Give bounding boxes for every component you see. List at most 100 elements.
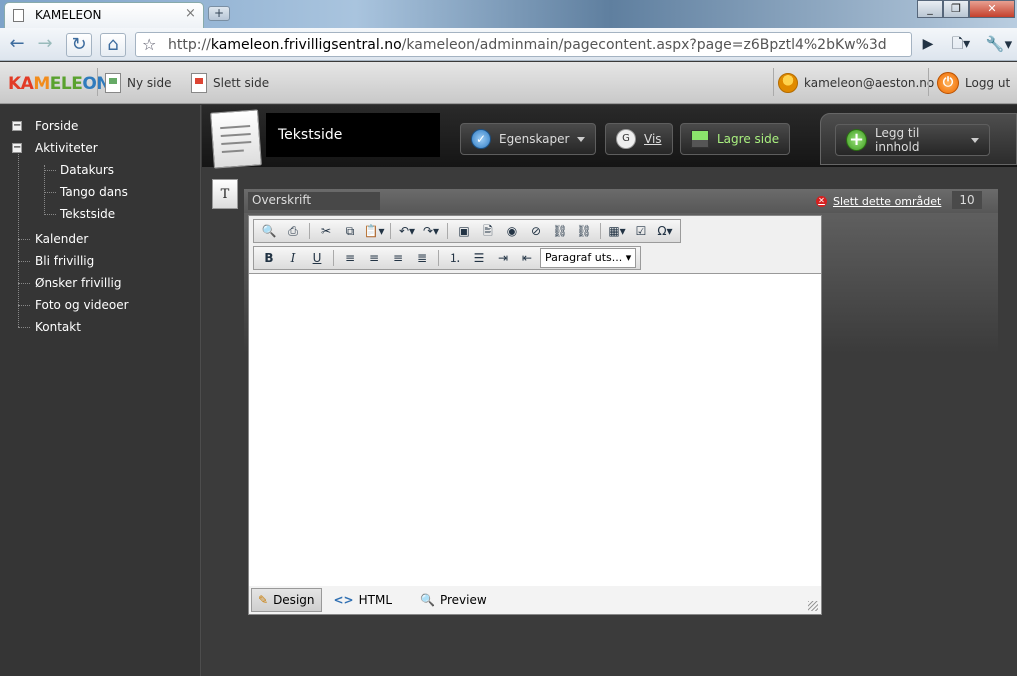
properties-label: Egenskaper bbox=[499, 132, 570, 146]
html-mode-tab[interactable]: <> HTML bbox=[328, 588, 399, 612]
table-icon[interactable]: ▦▾ bbox=[606, 222, 628, 240]
browser-titlebar: KAMELEON × + _ ❐ ✕ bbox=[0, 0, 1017, 28]
indent-icon[interactable]: ⇥ bbox=[492, 249, 514, 267]
toolbar-separator bbox=[438, 250, 439, 266]
align-center-icon[interactable]: ≡ bbox=[363, 249, 385, 267]
resize-grip-icon[interactable] bbox=[808, 601, 818, 611]
divider bbox=[928, 68, 929, 96]
editor-mode-bar: ✎ Design <> HTML 🔍 Preview bbox=[249, 586, 821, 614]
justify-icon[interactable]: ≣ bbox=[411, 249, 433, 267]
page-toolbar: Tekstside ✓ Egenskaper G Vis Lagre side … bbox=[202, 105, 1017, 169]
tree-item-label[interactable]: Foto og videoer bbox=[35, 294, 129, 316]
cut-icon[interactable]: ✂ bbox=[315, 222, 337, 240]
outdent-icon[interactable]: ⇤ bbox=[516, 249, 538, 267]
new-page-label: Ny side bbox=[127, 76, 172, 90]
italic-icon[interactable]: I bbox=[282, 249, 304, 267]
new-page-icon bbox=[105, 73, 121, 93]
tree-connector bbox=[18, 327, 30, 328]
new-page-button[interactable]: Ny side bbox=[105, 71, 171, 95]
browser-tab[interactable]: KAMELEON × bbox=[4, 2, 204, 28]
kameleon-logo[interactable]: KAMELEON bbox=[8, 74, 111, 94]
forward-icon[interactable]: → bbox=[32, 33, 58, 57]
tree-item-label[interactable]: Kalender bbox=[35, 228, 88, 250]
app-header: KAMELEON Ny side Slett side kameleon@aes… bbox=[0, 62, 1017, 104]
plus-icon: + bbox=[846, 129, 868, 151]
tree-item-label[interactable]: Ønsker frivillig bbox=[35, 272, 122, 294]
close-tab-icon[interactable]: × bbox=[185, 6, 196, 21]
order-number-field[interactable]: 10 bbox=[952, 191, 982, 209]
maximize-icon[interactable]: ❐ bbox=[943, 0, 969, 18]
tree-item-label[interactable]: Tango dans bbox=[60, 181, 128, 203]
flash-icon[interactable]: ⊘ bbox=[525, 222, 547, 240]
address-bar[interactable]: ☆ http://kameleon.frivilligsentral.no/ka… bbox=[135, 32, 912, 57]
tree-connector bbox=[18, 261, 30, 262]
paragraph-style-select[interactable]: Paragraf uts... ▾ bbox=[540, 248, 637, 268]
find-icon[interactable]: 🔍 bbox=[258, 222, 280, 240]
tree-connector bbox=[44, 192, 56, 193]
collapse-icon[interactable]: − bbox=[12, 121, 22, 131]
unlink-icon[interactable]: ⛓ bbox=[573, 222, 595, 240]
image-icon[interactable]: ▣ bbox=[453, 222, 475, 240]
tree-connector bbox=[18, 239, 30, 240]
tree-item-label[interactable]: Forside bbox=[35, 115, 78, 137]
editor-canvas[interactable] bbox=[249, 273, 821, 587]
print-icon[interactable]: ⎙ bbox=[282, 222, 304, 240]
pencil-icon: ✎ bbox=[258, 593, 269, 607]
rich-text-editor: 🔍 ⎙ ✂ ⧉ 📋▾ ↶▾ ↷▾ ▣ 🖹 ◉ ⊘ ⛓ ⛓ ▦▾ ☑ Ω▾ B I… bbox=[248, 215, 822, 615]
preview-mode-tab[interactable]: 🔍 Preview bbox=[414, 588, 493, 612]
align-right-icon[interactable]: ≡ bbox=[387, 249, 409, 267]
tree-item-label[interactable]: Tekstside bbox=[60, 203, 115, 225]
add-content-button[interactable]: + Legg til innhold bbox=[835, 124, 990, 156]
properties-button[interactable]: ✓ Egenskaper bbox=[460, 123, 597, 155]
wrench-menu-icon[interactable]: 🔧▾ bbox=[984, 33, 1014, 57]
minimize-icon[interactable]: _ bbox=[917, 0, 943, 18]
design-mode-label: Design bbox=[273, 593, 315, 607]
media-icon[interactable]: ◉ bbox=[501, 222, 523, 240]
tree-item-label[interactable]: Kontakt bbox=[35, 316, 81, 338]
copy-icon[interactable]: ⧉ bbox=[339, 222, 361, 240]
delete-region-link[interactable]: ✕ Slett dette området bbox=[816, 195, 941, 208]
user-account[interactable]: kameleon@aeston.no bbox=[778, 71, 934, 95]
toolbar-separator bbox=[390, 223, 391, 239]
undo-icon[interactable]: ↶▾ bbox=[396, 222, 418, 240]
home-icon[interactable]: ⌂ bbox=[100, 33, 126, 57]
view-button[interactable]: G Vis bbox=[605, 123, 673, 155]
logo-part: ELE bbox=[49, 74, 83, 94]
paste-icon[interactable]: 📋▾ bbox=[363, 222, 385, 240]
html-mode-label: HTML bbox=[358, 593, 393, 607]
toolbar-separator bbox=[600, 223, 601, 239]
tree-item-label[interactable]: Bli frivillig bbox=[35, 250, 94, 272]
special-char-icon[interactable]: Ω▾ bbox=[654, 222, 676, 240]
underline-icon[interactable]: U bbox=[306, 249, 328, 267]
save-page-button[interactable]: Lagre side bbox=[680, 123, 791, 155]
delete-page-button[interactable]: Slett side bbox=[191, 71, 269, 95]
back-icon[interactable]: ← bbox=[4, 33, 30, 57]
page-menu-icon[interactable]: 🗋▾ bbox=[946, 33, 976, 57]
redo-icon[interactable]: ↷▾ bbox=[420, 222, 442, 240]
bold-icon[interactable]: B bbox=[258, 249, 280, 267]
form-icon[interactable]: ☑ bbox=[630, 222, 652, 240]
save-label: Lagre side bbox=[717, 132, 780, 146]
bullet-list-icon[interactable]: ☰ bbox=[468, 249, 490, 267]
reload-icon[interactable]: ↻ bbox=[66, 33, 92, 57]
sidebar: − Forside − Aktiviteter Datakurs Tango dan… bbox=[0, 105, 201, 676]
editor-toolbar-row-1: 🔍 ⎙ ✂ ⧉ 📋▾ ↶▾ ↷▾ ▣ 🖹 ◉ ⊘ ⛓ ⛓ ▦▾ ☑ Ω▾ bbox=[253, 219, 681, 243]
close-window-icon[interactable]: ✕ bbox=[969, 0, 1015, 18]
insert-document-icon[interactable]: 🖹 bbox=[477, 222, 499, 240]
logout-button[interactable]: ⏻ Logg ut bbox=[937, 71, 1010, 95]
bookmark-star-icon[interactable]: ☆ bbox=[142, 35, 156, 54]
page-icon bbox=[13, 9, 24, 22]
design-mode-tab[interactable]: ✎ Design bbox=[251, 588, 322, 612]
go-icon[interactable]: ▶ bbox=[915, 33, 941, 57]
heading-input[interactable]: Overskrift bbox=[248, 192, 380, 210]
toolbar-separator bbox=[309, 223, 310, 239]
align-left-icon[interactable]: ≡ bbox=[339, 249, 361, 267]
delete-icon: ✕ bbox=[816, 196, 827, 207]
logo-part: M bbox=[33, 74, 50, 94]
link-icon[interactable]: ⛓ bbox=[549, 222, 571, 240]
new-tab-button[interactable]: + bbox=[208, 6, 230, 21]
tree-item-label[interactable]: Aktiviteter bbox=[35, 137, 98, 159]
collapse-icon[interactable]: − bbox=[12, 143, 22, 153]
tree-item-label[interactable]: Datakurs bbox=[60, 159, 114, 181]
numbered-list-icon[interactable]: ⒈ bbox=[444, 249, 466, 267]
